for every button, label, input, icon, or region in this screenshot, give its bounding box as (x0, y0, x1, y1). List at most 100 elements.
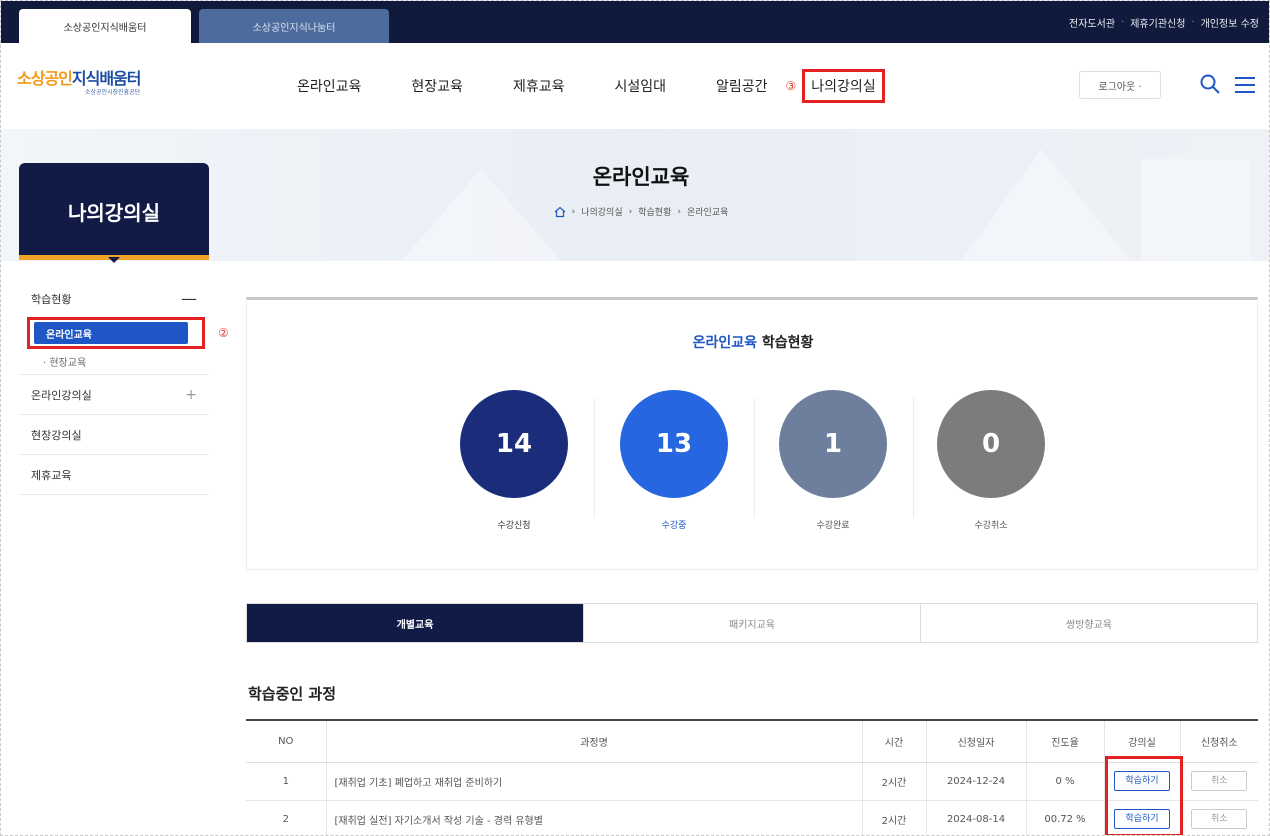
site-logo[interactable]: 소상공인지식배움터 소상공인시장진흥공단 (17, 65, 167, 99)
sidebar-title-pointer (108, 257, 120, 263)
stat-cancelled: 0 수강취소 (937, 390, 1045, 531)
stat-label: 수강완료 (816, 521, 850, 531)
sidebar-item-label: 제휴교육 (31, 468, 72, 482)
nav-my-classroom[interactable]: 나의강의실 (802, 69, 885, 103)
cell-progress: 00.72 % (1026, 800, 1105, 835)
sidebar-subitem-field-education[interactable]: · 현장교육 (19, 349, 209, 375)
nav-partner-education[interactable]: 제휴교육 (513, 76, 565, 96)
table-row: 1 [재취업 기초] 폐업하고 재취업 준비하기 2시간 2024-12-24 … (246, 762, 1258, 801)
main-nav: 온라인교육 현장교육 제휴교육 시설임대 알림공간 ③ 나의강의실 (297, 43, 935, 129)
sidebar-item-partner-education[interactable]: 제휴교육 (19, 455, 209, 495)
sidebar-title: 나의강의실 (19, 163, 209, 259)
home-icon[interactable] (554, 206, 566, 218)
cell-time: 2시간 (862, 762, 927, 801)
breadcrumb-separator: › (677, 206, 681, 217)
collapse-icon[interactable]: — (181, 289, 197, 308)
cell-course-title[interactable]: [재취업 기초] 폐업하고 재취업 준비하기 (326, 762, 863, 801)
cell-time: 2시간 (862, 800, 927, 835)
stat-enrolled: 14 수강신청 (460, 390, 568, 531)
header-no: NO (246, 719, 327, 763)
top-bar: 소상공인지식배움터 소상공인지식나눔터 전자도서관 · 제휴기관신청 · 개인정… (1, 1, 1269, 43)
highlight-box-online: 온라인교육 ② (27, 317, 229, 349)
logout-button[interactable]: 로그아웃 · (1079, 71, 1161, 99)
sidebar-item-field-classroom[interactable]: 현장강의실 (19, 415, 209, 455)
sidebar-item-study-status[interactable]: 학습현황 — (19, 281, 209, 317)
breadcrumb-my-classroom[interactable]: 나의강의실 (581, 205, 622, 218)
header-cancel: 신청취소 (1180, 719, 1258, 763)
course-table: NO 과정명 시간 신청일자 진도율 강의실 신청취소 1 [재취업 기초] 폐… (246, 719, 1258, 835)
study-status-card: 온라인교육 학습현황 14 수강신청 13 수강중 1 수강완료 0 수강취소 (246, 297, 1258, 570)
stat-in-progress: 13 수강중 (620, 390, 728, 531)
logo-title: 소상공인지식배움터 (17, 69, 141, 88)
nav-field-education[interactable]: 현장교육 (411, 76, 463, 96)
breadcrumb-online-education[interactable]: 온라인교육 (687, 205, 728, 218)
stat-circle: 0 (937, 390, 1045, 498)
step-2-marker: ② (218, 326, 229, 340)
header-apply-date: 신청일자 (926, 719, 1027, 763)
section-title: 학습중인 과정 (248, 685, 337, 703)
cell-date: 2024-12-24 (926, 762, 1027, 801)
stat-circle: 14 (460, 390, 568, 498)
card-title: 온라인교육 학습현황 (692, 335, 814, 351)
cell-date: 2024-08-14 (926, 800, 1027, 835)
cell-classroom: 학습하기 (1104, 762, 1181, 801)
header-time: 시간 (862, 719, 927, 763)
stat-label: 수강중 (661, 521, 687, 531)
header-classroom: 강의실 (1104, 719, 1181, 763)
stat-divider (594, 398, 595, 518)
cell-cancel: 취소 (1180, 762, 1258, 801)
tab-knowledge-sharing[interactable]: 소상공인지식나눔터 (199, 9, 389, 43)
tab-knowledge-learning[interactable]: 소상공인지식배움터 (19, 9, 191, 43)
breadcrumb-separator: › (571, 206, 576, 217)
cancel-button[interactable]: 취소 (1191, 809, 1248, 829)
stat-circle: 1 (779, 390, 887, 498)
link-e-library[interactable]: 전자도서관 (1069, 15, 1115, 30)
sidebar-item-label: 학습현황 (31, 293, 72, 306)
logo-subtitle: 소상공인시장진흥공단 (85, 89, 141, 96)
cell-no: 2 (246, 800, 327, 835)
link-edit-profile[interactable]: 개인정보 수정 (1201, 15, 1259, 30)
separator: · (1121, 16, 1125, 28)
site-header: 소상공인지식배움터 소상공인시장진흥공단 온라인교육 현장교육 제휴교육 시설임… (1, 43, 1269, 129)
sidebar-menu: 학습현황 — 온라인교육 ② · 현장교육 온라인강의실 + 현장강의실 제휴교… (19, 281, 229, 495)
cell-course-title[interactable]: [재취업 실전] 자기소개서 작성 기술 - 경력 유형별 (326, 800, 863, 835)
breadcrumb-separator: › (628, 206, 633, 217)
header-course-name: 과정명 (326, 719, 863, 763)
nav-online-education[interactable]: 온라인교육 (297, 76, 361, 96)
stat-circle: 13 (620, 390, 728, 498)
hero-background-pattern (401, 149, 1251, 261)
tab-interactive-education[interactable]: 쌍방향교육 (921, 604, 1257, 642)
study-button[interactable]: 학습하기 (1114, 771, 1170, 791)
top-links: 전자도서관 · 제휴기관신청 · 개인정보 수정 (1069, 1, 1259, 43)
cell-classroom: 학습하기 (1104, 800, 1181, 835)
cell-progress: 0 % (1026, 762, 1105, 801)
study-button[interactable]: 학습하기 (1114, 809, 1170, 829)
table-row: 2 [재취업 실전] 자기소개서 작성 기술 - 경력 유형별 2시간 2024… (246, 800, 1258, 835)
sidebar-item-label: 온라인강의실 (31, 388, 92, 402)
education-type-tabs: 개별교육 패키지교육 쌍방향교육 (246, 603, 1258, 643)
expand-icon[interactable]: + (185, 387, 197, 403)
stat-divider (754, 398, 755, 518)
sidebar-item-label: 현장강의실 (31, 428, 82, 442)
cell-cancel: 취소 (1180, 800, 1258, 835)
sidebar-item-online-classroom[interactable]: 온라인강의실 + (19, 375, 209, 415)
sidebar-subitem-online-education[interactable]: 온라인교육 (34, 322, 188, 344)
stat-completed: 1 수강완료 (779, 390, 887, 531)
stat-label: 수강취소 (974, 521, 1008, 531)
cell-no: 1 (246, 762, 327, 801)
tab-package-education[interactable]: 패키지교육 (584, 604, 921, 642)
link-partner-application[interactable]: 제휴기관신청 (1130, 15, 1185, 30)
cancel-button[interactable]: 취소 (1191, 771, 1248, 791)
nav-facility-rental[interactable]: 시설임대 (614, 76, 666, 96)
hamburger-menu-icon[interactable] (1234, 75, 1256, 95)
nav-notice[interactable]: 알림공간 (716, 76, 768, 96)
search-icon[interactable] (1199, 73, 1221, 95)
stat-divider (913, 398, 914, 518)
page-frame: 소상공인지식배움터 소상공인지식나눔터 전자도서관 · 제휴기관신청 · 개인정… (0, 0, 1270, 836)
separator: · (1191, 16, 1195, 28)
breadcrumb-study-status[interactable]: 학습현황 (638, 205, 671, 218)
tab-individual-education[interactable]: 개별교육 (247, 604, 584, 642)
table-header-row: NO 과정명 시간 신청일자 진도율 강의실 신청취소 (246, 719, 1258, 763)
header-progress: 진도율 (1026, 719, 1105, 763)
stat-label: 수강신청 (497, 521, 531, 531)
